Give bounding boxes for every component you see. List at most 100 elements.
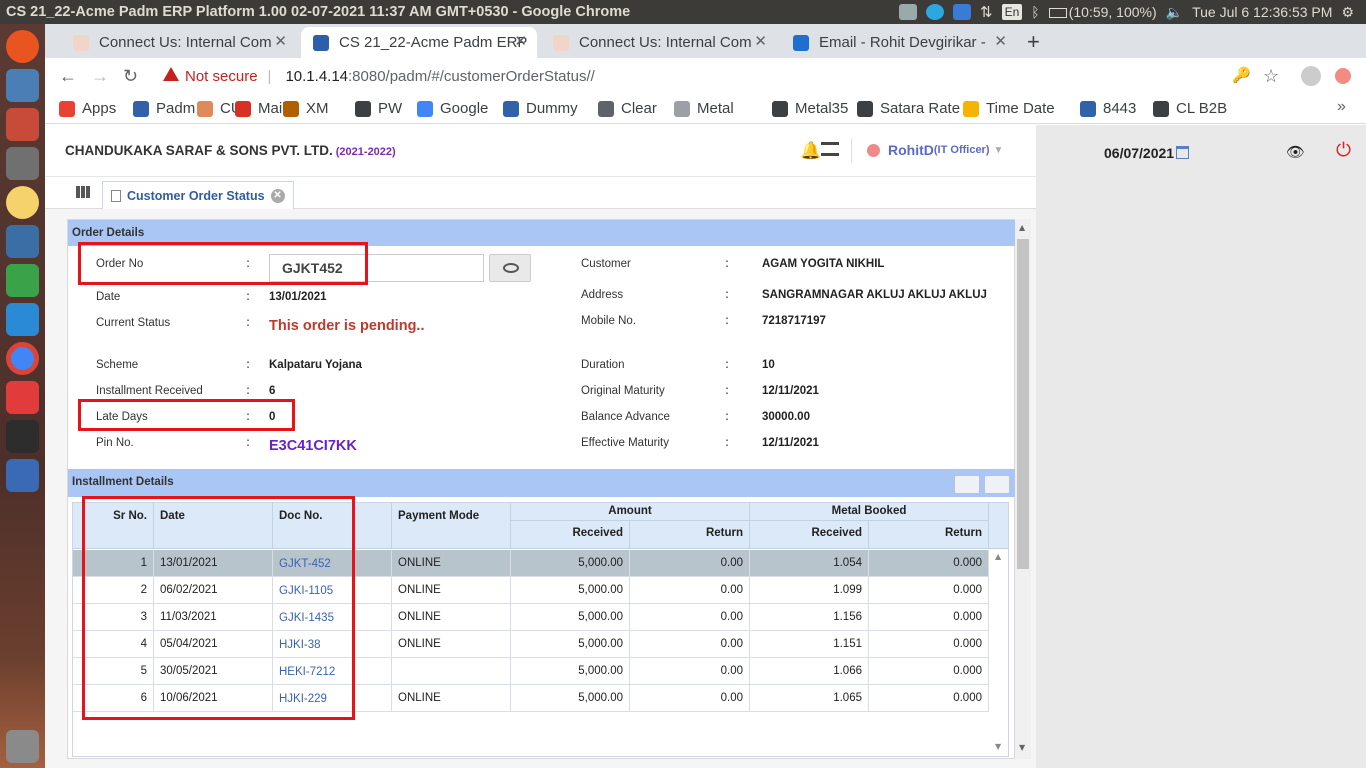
col-metal-received[interactable]: Received xyxy=(750,521,869,549)
col-payment-mode[interactable]: Payment Mode xyxy=(392,503,511,549)
cell-met-ret: 0.000 xyxy=(869,631,989,658)
key-icon[interactable]: 🔑 xyxy=(1232,66,1251,84)
tab-close-icon[interactable]: ✕ xyxy=(270,188,285,203)
browser-tab-0[interactable]: Connect Us: Internal Com ✕ xyxy=(61,27,297,58)
scroll-up-icon[interactable]: ▲ xyxy=(1019,223,1025,232)
company-title: CHANDUKAKA SARAF & SONS PVT. LTD. xyxy=(65,143,333,158)
terminal-icon[interactable] xyxy=(6,420,39,453)
cell-amt-ret: 0.00 xyxy=(630,685,750,712)
transfer-icon[interactable]: ⇅ xyxy=(980,3,993,21)
new-tab-icon[interactable]: + xyxy=(1027,29,1040,55)
more-bookmarks-icon[interactable]: » xyxy=(1337,98,1346,116)
effective-maturity-label: Effective Maturity xyxy=(581,437,669,449)
volume-icon[interactable]: 🔈 xyxy=(1166,4,1183,21)
browser-tab-3[interactable]: Email - Rohit Devgirikar - ✕ xyxy=(781,27,1017,58)
bookmark-0[interactable]: Apps xyxy=(59,100,116,117)
remote-desktop-icon[interactable] xyxy=(6,225,39,258)
scroll-thumb[interactable] xyxy=(1017,239,1029,569)
bell-icon[interactable]: 🔔 xyxy=(800,141,821,161)
reload-icon[interactable]: ↻ xyxy=(123,66,138,87)
installment-received-value: 6 xyxy=(269,385,276,397)
bookmark-10[interactable]: Metal35 xyxy=(772,100,848,117)
shield-app-icon[interactable] xyxy=(6,459,39,492)
right-info-panel: 06/07/2021 👁 ⏻ xyxy=(1036,125,1366,768)
cell-met-ret: 0.000 xyxy=(869,658,989,685)
cell-met-rec: 1.066 xyxy=(750,658,869,685)
files-icon[interactable] xyxy=(6,69,39,102)
shield-icon[interactable] xyxy=(953,4,972,20)
list-icon[interactable] xyxy=(821,142,839,156)
chrome-icon[interactable] xyxy=(6,342,39,375)
bookmark-11[interactable]: Satara Rate xyxy=(857,100,960,117)
view-order-button[interactable] xyxy=(489,254,531,282)
cell-mode: ONLINE xyxy=(392,550,511,577)
battery-indicator[interactable]: (10:59, 100%) xyxy=(1048,4,1157,20)
bookmark-12[interactable]: Time Date xyxy=(963,100,1055,117)
forward-icon[interactable]: → xyxy=(91,66,109,87)
col-amount-received[interactable]: Received xyxy=(511,521,630,549)
phone-icon[interactable] xyxy=(6,303,39,336)
cell-met-rec: 1.054 xyxy=(750,550,869,577)
bookmark-6[interactable]: Google xyxy=(417,100,488,117)
bookmark-13[interactable]: 8443 xyxy=(1080,100,1136,117)
cell-amt-rec: 5,000.00 xyxy=(511,550,630,577)
bookmark-3[interactable]: Mail xyxy=(235,100,286,117)
power-icon[interactable]: ⏻ xyxy=(1336,139,1351,161)
bookmark-5[interactable]: PW xyxy=(355,100,402,117)
browser-tab-2[interactable]: Connect Us: Internal Com ✕ xyxy=(541,27,777,58)
page-scrollbar[interactable]: ▲ ▼ xyxy=(1015,219,1031,759)
eye-slash-icon[interactable]: 👁 xyxy=(1286,143,1305,161)
tab-close-icon[interactable]: ✕ xyxy=(274,32,287,50)
bookmark-4[interactable]: XM xyxy=(283,100,329,117)
cell-met-ret: 0.000 xyxy=(869,577,989,604)
extension-icon[interactable] xyxy=(1335,68,1351,84)
bookmark-14[interactable]: CL B2B xyxy=(1153,100,1227,117)
spreadsheet-icon[interactable] xyxy=(6,264,39,297)
browser-tab-1[interactable]: CS 21_22-Acme Padm ERP ✕ xyxy=(301,27,537,58)
tab-close-icon[interactable]: ✕ xyxy=(514,32,527,50)
scroll-down-icon[interactable]: ▼ xyxy=(1019,743,1025,752)
clock[interactable]: Tue Jul 6 12:36:53 PM xyxy=(1192,4,1332,20)
cell-amt-ret: 0.00 xyxy=(630,658,750,685)
print-icon[interactable] xyxy=(984,475,1010,494)
excel-export-icon[interactable] xyxy=(954,475,980,494)
user-menu[interactable]: RohitD (IT Officer) ▼ xyxy=(867,142,1003,158)
ubuntu-dash-icon[interactable] xyxy=(6,30,39,63)
address-bar[interactable]: Not secure | 10.1.4.14 :8080/padm/#/cust… xyxy=(153,62,1223,90)
table-scrollbar[interactable]: ▲ ▼ xyxy=(991,550,1008,756)
bookmark-8[interactable]: Clear xyxy=(598,100,657,117)
bookmark-7[interactable]: Dummy xyxy=(503,100,578,117)
scroll-up-icon[interactable]: ▲ xyxy=(995,552,1001,561)
cell-mode: ONLINE xyxy=(392,685,511,712)
network-icon[interactable] xyxy=(899,4,918,20)
cell-amt-rec: 5,000.00 xyxy=(511,631,630,658)
bookmark-9[interactable]: Metal xyxy=(674,100,734,117)
cell-met-ret: 0.000 xyxy=(869,604,989,631)
col-metal-return[interactable]: Return xyxy=(869,521,989,549)
scheme-value: Kalpataru Yojana xyxy=(269,359,362,371)
grid-menu-icon[interactable] xyxy=(76,186,90,198)
tab-title: Email - Rohit Devgirikar - xyxy=(819,34,986,51)
linux-penguin-icon[interactable] xyxy=(6,186,39,219)
bookmark-label: Satara Rate xyxy=(880,100,961,117)
skype-icon[interactable] xyxy=(926,4,945,20)
scroll-down-icon[interactable]: ▼ xyxy=(995,742,1001,751)
tab-close-icon[interactable]: ✕ xyxy=(994,32,1007,50)
star-icon[interactable]: ☆ xyxy=(1263,66,1279,87)
profile-avatar-icon[interactable] xyxy=(1301,66,1321,86)
bookmark-1[interactable]: Padm xyxy=(133,100,195,117)
keyboard-lang[interactable]: En xyxy=(1001,4,1023,20)
col-amount-return[interactable]: Return xyxy=(630,521,750,549)
anydesk-icon[interactable] xyxy=(6,381,39,414)
customer-label: Customer xyxy=(581,258,631,270)
bluetooth-icon[interactable]: ᛒ xyxy=(1031,4,1039,20)
archive-icon[interactable] xyxy=(6,108,39,141)
power-menu-icon[interactable]: ⚙ xyxy=(1341,4,1354,21)
calculator-icon[interactable] xyxy=(6,147,39,180)
back-icon[interactable]: ← xyxy=(59,66,77,87)
trash-icon[interactable] xyxy=(6,730,39,763)
tab-close-icon[interactable]: ✕ xyxy=(754,32,767,50)
cell-mode: ONLINE xyxy=(392,604,511,631)
tab-customer-order-status[interactable]: Customer Order Status ✕ xyxy=(102,181,294,209)
calendar-icon[interactable] xyxy=(1176,146,1189,159)
